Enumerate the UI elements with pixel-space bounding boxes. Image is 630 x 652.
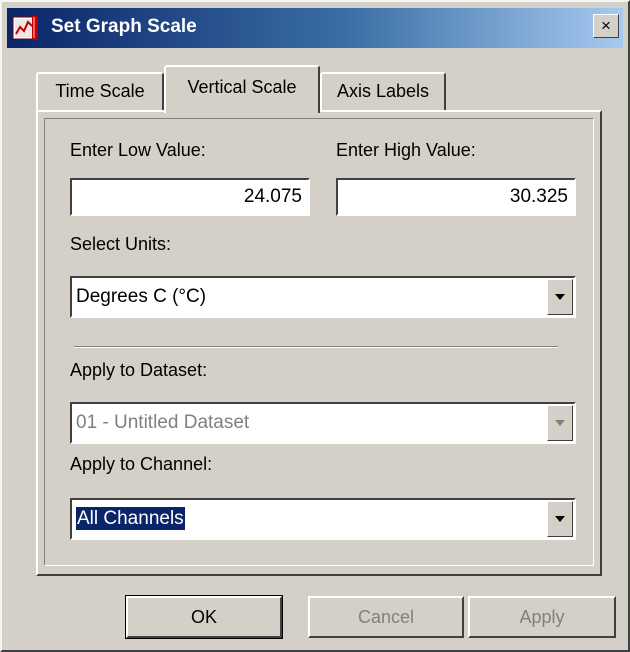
cancel-button[interactable]: Cancel [308, 596, 464, 638]
tab-time-scale[interactable]: Time Scale [36, 72, 164, 110]
low-value-label: Enter Low Value: [70, 140, 206, 160]
high-value-label: Enter High Value: [336, 140, 476, 160]
chevron-down-icon [555, 294, 565, 300]
close-icon: × [601, 16, 611, 35]
low-value-input[interactable]: 24.075 [70, 178, 310, 216]
dataset-select: 01 - Untitled Dataset [70, 402, 576, 444]
channel-select[interactable]: All Channels [70, 498, 576, 540]
dataset-dropdown-button [547, 405, 573, 441]
chevron-down-icon [555, 516, 565, 522]
tab-vertical-scale[interactable]: Vertical Scale [164, 65, 320, 113]
channel-label: Apply to Channel: [70, 454, 213, 474]
close-button[interactable]: × [593, 14, 619, 38]
units-select-value: Degrees C (°C) [76, 286, 207, 307]
high-value-input[interactable]: 30.325 [336, 178, 576, 216]
tab-axis-labels[interactable]: Axis Labels [320, 72, 446, 110]
units-label: Select Units: [70, 234, 172, 254]
apply-button[interactable]: Apply [468, 596, 616, 638]
chevron-down-icon [555, 420, 565, 426]
graph-app-icon [12, 14, 40, 42]
dialog-window: Set Graph Scale × Time Scale Vertical Sc… [0, 0, 630, 652]
units-dropdown-button[interactable] [547, 279, 573, 315]
divider [74, 346, 558, 348]
units-select[interactable]: Degrees C (°C) [70, 276, 576, 318]
window-title: Set Graph Scale [51, 16, 197, 37]
channel-dropdown-button[interactable] [547, 501, 573, 537]
tab-panel: Enter Low Value: 24.075 Enter High Value… [36, 110, 602, 576]
dataset-label: Apply to Dataset: [70, 360, 208, 380]
channel-select-value: All Channels [76, 507, 185, 530]
ok-button[interactable]: OK [125, 595, 283, 639]
title-bar[interactable]: Set Graph Scale × [7, 8, 623, 48]
dataset-select-value: 01 - Untitled Dataset [76, 412, 250, 433]
